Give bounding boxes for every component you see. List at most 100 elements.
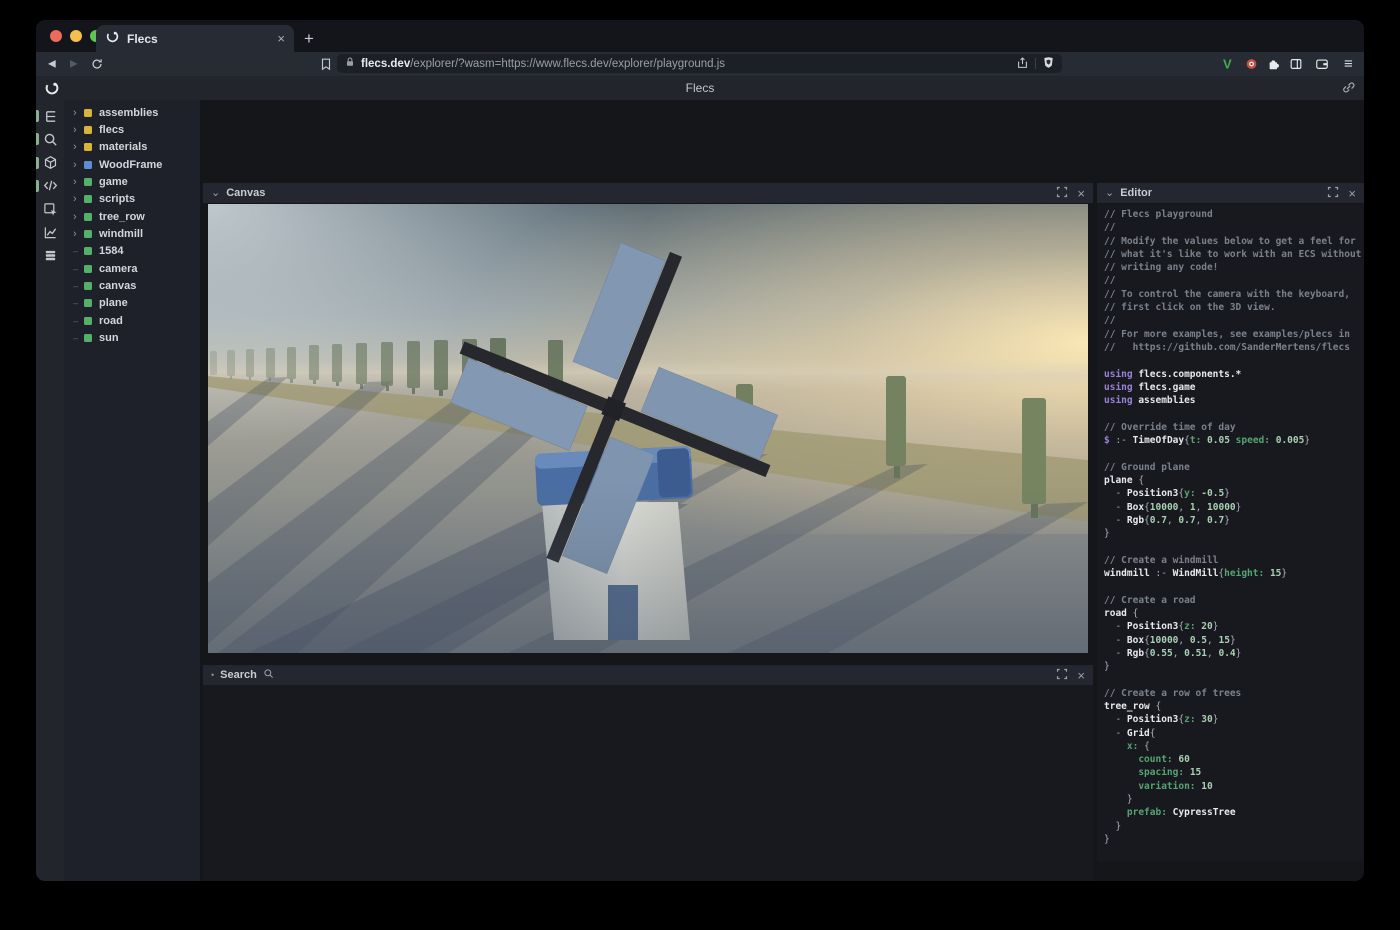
back-icon[interactable]: ◀ bbox=[48, 59, 56, 70]
tree-item-windmill[interactable]: ›windmill bbox=[64, 225, 200, 242]
sidebar-toggle-icon[interactable] bbox=[1289, 57, 1303, 71]
expand-arrow-icon[interactable]: › bbox=[73, 193, 84, 205]
chevron-down-icon[interactable]: ⌄ bbox=[1105, 186, 1114, 199]
code-line: } bbox=[1104, 820, 1364, 833]
wallet-icon[interactable] bbox=[1315, 57, 1329, 71]
inspector-icon[interactable] bbox=[36, 199, 64, 219]
code-line bbox=[1104, 540, 1364, 553]
code-line: plane { bbox=[1104, 474, 1364, 487]
expand-arrow-icon[interactable]: › bbox=[73, 211, 84, 223]
editor-panel-header[interactable]: ⌄ Editor × bbox=[1097, 183, 1364, 203]
tree-item-materials[interactable]: ›materials bbox=[64, 139, 200, 156]
code-line: } bbox=[1104, 793, 1364, 806]
close-icon[interactable]: × bbox=[1077, 668, 1085, 683]
expand-arrow-icon[interactable]: › bbox=[73, 141, 84, 153]
code-line: variation: 10 bbox=[1104, 780, 1364, 793]
code-line: spacing: 15 bbox=[1104, 766, 1364, 779]
entity-kind-swatch bbox=[84, 143, 92, 151]
expand-arrow-icon[interactable]: › bbox=[73, 176, 84, 188]
tree-item-label: canvas bbox=[99, 280, 136, 292]
extension-red-badge-icon[interactable] bbox=[1245, 58, 1258, 71]
extensions-puzzle-icon[interactable] bbox=[1267, 57, 1281, 71]
expand-arrow-icon[interactable]: › bbox=[73, 228, 84, 240]
browser-window: Flecs × + ◀ ▶ flecs.dev/explorer/?wasm=h… bbox=[36, 20, 1364, 881]
forward-icon[interactable]: ▶ bbox=[70, 59, 78, 70]
flecs-favicon bbox=[105, 29, 120, 49]
fullscreen-icon[interactable] bbox=[1056, 668, 1068, 683]
tree-item-WoodFrame[interactable]: ›WoodFrame bbox=[64, 156, 200, 173]
canvas-panel-title: Canvas bbox=[226, 187, 265, 199]
entity-kind-swatch bbox=[84, 247, 92, 255]
canvas-panel-header[interactable]: ⌄ Canvas × bbox=[203, 183, 1093, 203]
code-line: - Grid{ bbox=[1104, 727, 1364, 740]
tree-item-tree_row[interactable]: › tree_row bbox=[64, 208, 200, 225]
chevron-down-icon[interactable]: ⌄ bbox=[211, 186, 220, 199]
browser-tab-flecs[interactable]: Flecs × bbox=[96, 25, 294, 52]
extension-v-icon[interactable]: V bbox=[1223, 57, 1232, 72]
code-line: // Override time of day bbox=[1104, 421, 1364, 434]
tree-item-label: scripts bbox=[99, 193, 135, 205]
fullscreen-icon[interactable] bbox=[1056, 186, 1068, 201]
query-rows-icon[interactable] bbox=[36, 246, 64, 266]
close-icon[interactable]: × bbox=[1348, 186, 1356, 201]
tree-item-canvas[interactable]: –canvas bbox=[64, 277, 200, 294]
lock-icon bbox=[344, 56, 356, 71]
tree-item-label: tree_row bbox=[99, 211, 145, 223]
entity-kind-swatch bbox=[84, 265, 92, 273]
tree-item-label: sun bbox=[99, 332, 119, 344]
tab-close-icon[interactable]: × bbox=[277, 31, 285, 46]
brave-shield-icon[interactable] bbox=[1042, 56, 1055, 72]
tree-item-sun[interactable]: –sun bbox=[64, 329, 200, 346]
search-icon[interactable] bbox=[36, 129, 64, 149]
code-line: - Box{10000, 1, 10000} bbox=[1104, 501, 1364, 514]
tree-item-scripts[interactable]: › scripts bbox=[64, 191, 200, 208]
bullet-icon[interactable]: • bbox=[211, 670, 214, 680]
code-line bbox=[1104, 673, 1364, 686]
tree-item-road[interactable]: –road bbox=[64, 312, 200, 329]
code-editor-icon[interactable] bbox=[36, 176, 64, 196]
share-link-icon[interactable] bbox=[1341, 80, 1356, 100]
code-line: // For more examples, see examples/plecs… bbox=[1104, 328, 1364, 341]
leaf-dash-icon: – bbox=[73, 298, 84, 308]
reload-icon[interactable] bbox=[90, 57, 104, 71]
entity-tree-icon[interactable] bbox=[36, 106, 64, 126]
tree-item-1584[interactable]: –1584 bbox=[64, 243, 200, 260]
close-window-button[interactable] bbox=[50, 30, 62, 42]
share-icon[interactable] bbox=[1016, 56, 1029, 72]
code-line: } bbox=[1104, 527, 1364, 540]
code-line bbox=[1104, 354, 1364, 367]
code-line: x: { bbox=[1104, 740, 1364, 753]
code-line: } bbox=[1104, 833, 1364, 846]
code-line: // Flecs playground bbox=[1104, 208, 1364, 221]
search-panel-title: Search bbox=[220, 669, 257, 681]
canvas-3d-scene[interactable] bbox=[208, 204, 1088, 653]
tree-item-flecs[interactable]: ›flecs bbox=[64, 121, 200, 138]
bookmark-icon[interactable] bbox=[319, 57, 333, 71]
search-panel-header[interactable]: • Search × bbox=[203, 665, 1093, 685]
url-bar[interactable]: flecs.dev/explorer/?wasm=https://www.fle… bbox=[337, 54, 1062, 73]
leaf-dash-icon: – bbox=[73, 264, 84, 274]
fullscreen-icon[interactable] bbox=[1327, 186, 1339, 201]
tree-item-label: camera bbox=[99, 263, 138, 275]
code-line: // Ground plane bbox=[1104, 461, 1364, 474]
tree-item-camera[interactable]: – camera bbox=[64, 260, 200, 277]
entity-kind-swatch bbox=[84, 299, 92, 307]
tree-item-plane[interactable]: –plane bbox=[64, 295, 200, 312]
expand-arrow-icon[interactable]: › bbox=[73, 124, 84, 136]
stats-chart-icon[interactable] bbox=[36, 223, 64, 243]
tree-item-assemblies[interactable]: ›assemblies bbox=[64, 104, 200, 121]
code-line: // Modify the values below to get a feel… bbox=[1104, 235, 1364, 248]
code-line: } bbox=[1104, 660, 1364, 673]
expand-arrow-icon[interactable]: › bbox=[73, 107, 84, 119]
editor-code[interactable]: // Flecs playground//// Modify the value… bbox=[1097, 204, 1364, 861]
new-tab-button[interactable]: + bbox=[304, 25, 314, 52]
tree-item-game[interactable]: ›game bbox=[64, 173, 200, 190]
active-panel-indicator bbox=[36, 180, 39, 192]
expand-arrow-icon[interactable]: › bbox=[73, 159, 84, 171]
scene-cube-icon[interactable] bbox=[36, 153, 64, 173]
leaf-dash-icon: – bbox=[73, 246, 84, 256]
code-line: using flecs.components.* bbox=[1104, 368, 1364, 381]
browser-menu-icon[interactable]: ≡ bbox=[1344, 56, 1353, 73]
minimize-window-button[interactable] bbox=[70, 30, 82, 42]
close-icon[interactable]: × bbox=[1077, 186, 1085, 201]
